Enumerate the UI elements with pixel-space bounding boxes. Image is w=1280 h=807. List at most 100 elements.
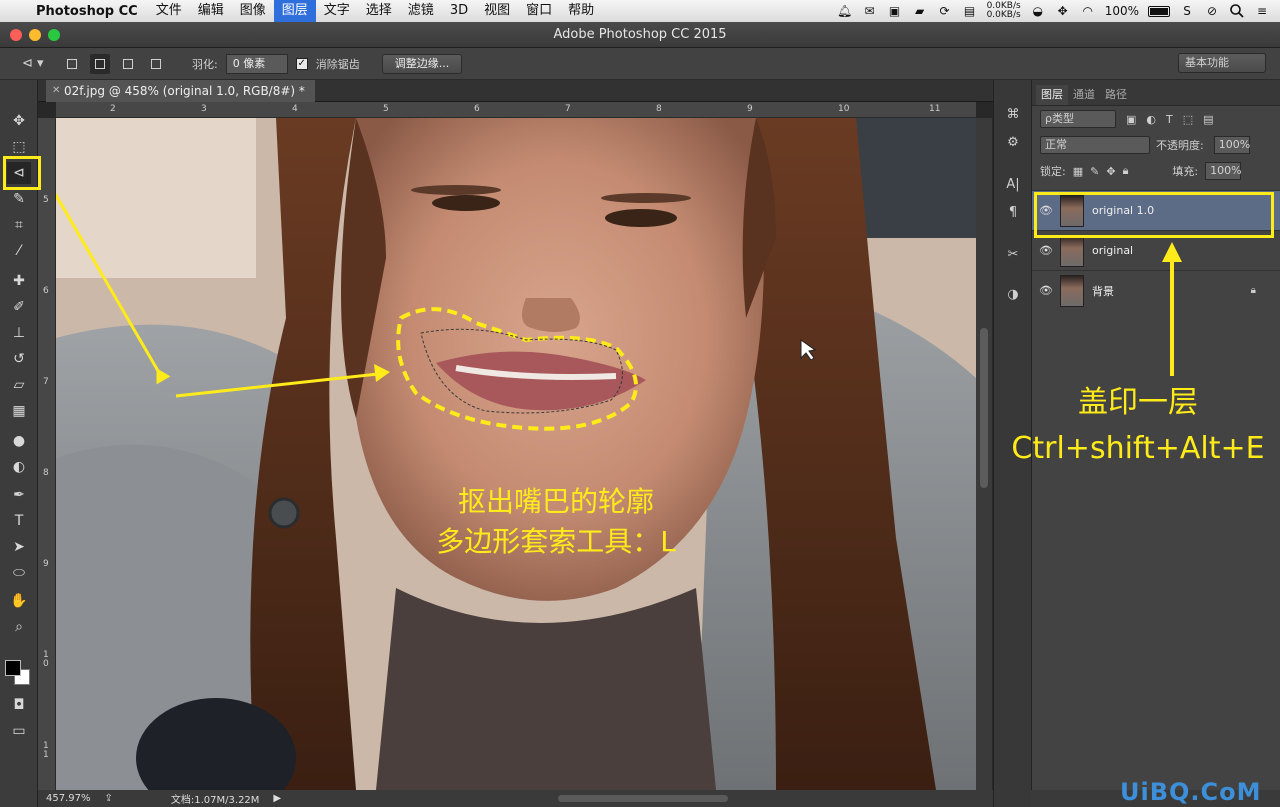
filter-shape-icon[interactable]: ⬚ bbox=[1183, 113, 1193, 126]
ruler-left-number: 7 bbox=[43, 377, 49, 387]
menu-image[interactable]: 图像 bbox=[232, 0, 274, 22]
menu-view[interactable]: 视图 bbox=[476, 0, 518, 22]
list-icon[interactable]: ≡ bbox=[1254, 4, 1270, 18]
paragraph-panel-icon[interactable]: ¶ bbox=[1002, 202, 1024, 224]
document-canvas[interactable] bbox=[56, 118, 976, 790]
dodge-tool-icon[interactable]: ◐ bbox=[7, 456, 31, 478]
screen-mode-icon[interactable]: ▭ bbox=[7, 720, 31, 742]
ellipse-tool-icon[interactable]: ⬭ bbox=[7, 562, 31, 584]
lock-pixels-icon[interactable]: ✎ bbox=[1090, 165, 1099, 178]
app-menu[interactable]: Photoshop CC bbox=[32, 4, 148, 19]
lock-position-icon[interactable]: ✥ bbox=[1106, 165, 1115, 178]
export-icon[interactable]: ⇪ bbox=[105, 793, 113, 804]
document-tab[interactable]: ✕ 02f.jpg @ 458% (original 1.0, RGB/8#) … bbox=[46, 80, 315, 102]
intersect-selection-icon[interactable] bbox=[146, 54, 166, 74]
antialias-checkbox[interactable]: ✓ bbox=[295, 57, 308, 70]
tool-presets-icon[interactable]: ✂ bbox=[1002, 244, 1024, 266]
blur-tool-icon[interactable]: ● bbox=[7, 430, 31, 452]
wifi-icon[interactable]: ◠ bbox=[1080, 4, 1096, 18]
zoom-tool-icon[interactable]: ⌕ bbox=[7, 616, 31, 638]
menu-help[interactable]: 帮助 bbox=[560, 0, 602, 22]
menu-type[interactable]: 文字 bbox=[316, 0, 358, 22]
stamp-annotation-title: 盖印一层 bbox=[1078, 385, 1198, 420]
pen-tool-icon[interactable]: ✒ bbox=[7, 484, 31, 506]
menu-layer[interactable]: 图层 bbox=[273, 0, 316, 22]
vpn-icon[interactable]: ◒ bbox=[1030, 4, 1046, 18]
close-window-button[interactable] bbox=[10, 29, 22, 41]
new-selection-icon[interactable] bbox=[62, 54, 82, 74]
menu-edit[interactable]: 编辑 bbox=[190, 0, 232, 22]
healing-brush-tool-icon[interactable]: ✚ bbox=[7, 270, 31, 292]
opacity-input[interactable]: 100% bbox=[1213, 136, 1250, 154]
lock-all-icon[interactable]: 🔒︎ bbox=[1123, 164, 1129, 178]
filter-adjustment-icon[interactable]: ◐ bbox=[1146, 113, 1156, 126]
menu-filter[interactable]: 滤镜 bbox=[400, 0, 442, 22]
battery-icon[interactable] bbox=[1148, 5, 1170, 17]
feather-label: 羽化: bbox=[192, 57, 218, 71]
bell-icon[interactable]: 🔔︎ bbox=[837, 4, 853, 18]
history-panel-icon[interactable]: ⌘ bbox=[1002, 104, 1024, 126]
vertical-scrollbar[interactable] bbox=[976, 118, 992, 790]
eraser-tool-icon[interactable]: ▱ bbox=[7, 374, 31, 396]
brush-tool-icon[interactable]: ✐ bbox=[7, 296, 31, 318]
marquee-tool-icon[interactable]: ⬚ bbox=[7, 136, 31, 158]
visibility-eye-icon[interactable]: 👁︎ bbox=[1032, 284, 1060, 297]
crop-tool-icon[interactable]: ⌗ bbox=[7, 214, 31, 236]
status-menu-arrow-icon[interactable]: ▶ bbox=[273, 793, 281, 804]
do-not-disturb-icon[interactable]: ⊘ bbox=[1204, 4, 1220, 18]
sync-icon[interactable]: ⟳ bbox=[937, 4, 953, 18]
hand-tool-icon[interactable]: ✋ bbox=[7, 590, 31, 612]
app-s-icon[interactable]: S bbox=[1179, 4, 1195, 18]
bag-icon[interactable]: ▰ bbox=[912, 4, 928, 18]
menu-window[interactable]: 窗口 bbox=[518, 0, 560, 22]
filter-pixel-icon[interactable]: ▣ bbox=[1126, 113, 1136, 126]
subtract-selection-icon[interactable] bbox=[118, 54, 138, 74]
eyedropper-tool-icon[interactable]: ⁄ bbox=[7, 240, 31, 262]
menu-file[interactable]: 文件 bbox=[148, 0, 190, 22]
add-to-selection-icon[interactable] bbox=[90, 53, 110, 74]
tool-preset-icon[interactable]: ⊲ ▾ bbox=[22, 56, 54, 71]
layer-thumbnail bbox=[1060, 274, 1084, 307]
zoom-window-button[interactable] bbox=[48, 29, 60, 41]
chart-icon[interactable]: ▤ bbox=[962, 4, 978, 18]
move-tool-icon[interactable]: ✥ bbox=[7, 110, 31, 132]
quick-selection-tool-icon[interactable]: ✎ bbox=[7, 188, 31, 210]
menu-3d[interactable]: 3D bbox=[442, 0, 476, 22]
close-tab-icon[interactable]: ✕ bbox=[52, 80, 60, 102]
properties-panel-icon[interactable]: ⚙ bbox=[1002, 132, 1024, 154]
foreground-color-swatch[interactable] bbox=[5, 660, 21, 676]
layer-row-background[interactable]: 👁︎ 背景 🔒︎ bbox=[1032, 270, 1280, 310]
feather-input[interactable]: 0 像素 bbox=[225, 53, 288, 74]
search-icon[interactable] bbox=[1229, 3, 1245, 19]
filter-smart-object-icon[interactable]: ▤ bbox=[1203, 113, 1213, 126]
minimize-window-button[interactable] bbox=[29, 29, 41, 41]
path-selection-tool-icon[interactable]: ➤ bbox=[7, 536, 31, 558]
camera-icon[interactable]: ▣ bbox=[887, 4, 903, 18]
filter-type-icon[interactable]: T bbox=[1166, 113, 1173, 126]
clone-stamp-tool-icon[interactable]: ⊥ bbox=[7, 322, 31, 344]
ruler-left-number: 1 1 bbox=[43, 741, 49, 760]
wechat-icon[interactable]: ✉ bbox=[862, 4, 878, 18]
tab-layers[interactable]: 图层 bbox=[1036, 85, 1068, 105]
move-icon[interactable]: ✥ bbox=[1055, 4, 1071, 18]
layer-filter-select[interactable]: ρ类型 bbox=[1040, 110, 1116, 128]
gradient-tool-icon[interactable]: ▦ bbox=[7, 400, 31, 422]
tab-channels[interactable]: 通道 bbox=[1068, 85, 1100, 105]
character-panel-icon[interactable]: A| bbox=[1002, 174, 1024, 196]
type-tool-icon[interactable]: T bbox=[7, 510, 31, 532]
blend-mode-select[interactable]: 正常 bbox=[1040, 136, 1150, 154]
horizontal-scrollbar[interactable] bbox=[558, 795, 728, 802]
vertical-scroll-thumb[interactable] bbox=[980, 328, 988, 488]
tab-paths[interactable]: 路径 bbox=[1100, 85, 1132, 105]
refine-edge-button[interactable]: 调整边缘... bbox=[381, 53, 463, 74]
visibility-eye-icon[interactable]: 👁︎ bbox=[1032, 244, 1060, 257]
stamp-annotation: 盖印一层 Ctrl+shift+Alt+E bbox=[996, 380, 1280, 472]
menu-select[interactable]: 选择 bbox=[358, 0, 400, 22]
quick-mask-icon[interactable]: ◘ bbox=[7, 694, 31, 716]
history-brush-tool-icon[interactable]: ↺ bbox=[7, 348, 31, 370]
zoom-level[interactable]: 457.97% bbox=[46, 793, 91, 804]
workspace-select[interactable]: 基本功能 bbox=[1178, 53, 1266, 73]
fill-input[interactable]: 100% bbox=[1205, 162, 1242, 180]
lock-transparency-icon[interactable]: ▦ bbox=[1073, 165, 1083, 178]
adjustments-panel-icon[interactable]: ◑ bbox=[1002, 284, 1024, 306]
